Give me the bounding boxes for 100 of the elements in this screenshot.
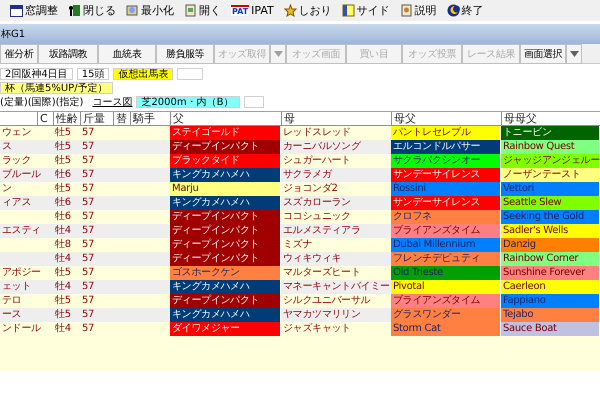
toolbar-button[interactable]: サイド — [356, 3, 390, 18]
sire-cell: ディープインパクト — [170, 224, 281, 238]
star-icon — [284, 4, 297, 17]
damsire-cell: グラスワンダー — [391, 308, 501, 322]
weight-cell-text: 57 — [81, 266, 96, 280]
sex-age-cell-text: 牡5 — [54, 126, 72, 140]
toolbar-button[interactable]: 窓調整 — [25, 3, 58, 18]
dam-damsire-cell: Caerleon — [501, 280, 600, 294]
weight-cell-text: 57 — [81, 238, 96, 252]
toolbar-button[interactable]: IPAT — [251, 4, 274, 17]
dam-damsire-cell: Sadler's Wells — [501, 224, 600, 238]
course-link[interactable]: コース図 — [92, 94, 132, 108]
damsire-cell: サクラバクシンオー — [391, 154, 501, 168]
weight-cell-text: 57 — [81, 196, 96, 210]
dam-cell-text: スズカローラン — [282, 196, 352, 210]
sex-age-cell-text: 牡5 — [54, 294, 72, 308]
damsire-cell: パントレセレブル — [391, 126, 501, 140]
sex-age-cell-text: 牡5 — [54, 182, 72, 196]
sire-cell: ディープインパクト — [170, 252, 281, 266]
sex-age-cell-text: 牡5 — [54, 308, 72, 322]
toolbar-button[interactable]: 閉じる — [83, 3, 116, 18]
horse-name: ン — [1, 182, 13, 196]
sex-age-cell-text: 牡6 — [54, 210, 72, 224]
dam-cell-text: サクラメガ — [282, 168, 334, 182]
course-field: 芝2000m・内（B） — [136, 96, 240, 108]
dam-cell-text: ヤマカツマリリン — [282, 308, 362, 322]
sire-cell: キングカメハメハ — [170, 308, 281, 322]
damsire-cell: サンデーサイレンス — [391, 168, 501, 182]
toolbar-button[interactable]: 画面選択 — [520, 44, 566, 64]
sire-cell: キングカメハメハ — [170, 280, 281, 294]
weight-cell-text: 57 — [81, 126, 96, 140]
dam-damsire-cell: Sunshine Forever — [501, 266, 600, 280]
weight-cell-text: 57 — [81, 210, 96, 224]
dam-damsire-cell: Tejabo — [501, 308, 600, 322]
toolbar-button[interactable]: 坂路調教 — [38, 44, 98, 64]
toolbar-button[interactable]: 開く — [199, 3, 221, 18]
weight-cell-text: 57 — [81, 168, 96, 182]
damsire-cell: サンデーサイレンス — [391, 196, 501, 210]
column-header: C — [37, 112, 53, 125]
toolbar-button[interactable]: 血統表 — [98, 44, 156, 64]
empty-field — [177, 68, 204, 80]
dam-cell-text: ジャズキャット — [282, 322, 352, 336]
sire-cell: ディープインパクト — [170, 294, 281, 308]
column-header: 性齢 — [53, 112, 80, 125]
damsire-cell: エルコンドルパサー — [391, 140, 501, 154]
toolbar-button[interactable]: 勝負服等 — [156, 44, 214, 64]
dam-cell-text: シュガーハート — [282, 154, 352, 168]
door-icon — [68, 4, 81, 17]
column-header: 替 — [113, 112, 130, 125]
caret-icon — [274, 51, 282, 57]
toolbar-button[interactable]: 終了 — [462, 3, 484, 18]
horse-name: ラック — [1, 154, 32, 168]
damsire-cell: ブライアンズタイム — [391, 224, 501, 238]
damsire-cell: Dubai Millennium — [391, 238, 501, 252]
mode-label: 仮想出馬表 — [113, 68, 174, 80]
column-header: 母母父 — [501, 112, 600, 125]
weight-cell-text: 57 — [81, 140, 96, 154]
dam-cell-text: エルメスティアラ — [282, 224, 362, 238]
sex-age-cell-text: 牡6 — [54, 196, 72, 210]
moon-icon — [446, 4, 460, 17]
dam-cell-text: マネーキャントバイミー — [282, 280, 391, 294]
sire-cell: ブラックタイド — [170, 154, 281, 168]
toolbar-button[interactable]: 催分析 — [0, 44, 38, 64]
damsire-cell: ブライアンズタイム — [391, 294, 501, 308]
sire-cell: ディープインパクト — [170, 238, 281, 252]
sex-age-cell-text: 牡4 — [54, 224, 72, 238]
toolbar-button[interactable]: 説明 — [414, 3, 437, 18]
race-name: 杯（馬連5%UP/予定） — [0, 82, 113, 94]
weight-cell-text: 57 — [81, 252, 96, 266]
sire-cell: Marju — [170, 182, 281, 196]
dam-cell-text: ミズナ — [282, 238, 314, 252]
sex-age-cell-text: 牡4 — [54, 280, 72, 294]
sire-cell: キングカメハメハ — [170, 196, 281, 210]
sex-age-cell-text: 牡5 — [54, 154, 72, 168]
window-icon — [10, 4, 23, 16]
dam-cell-text: ウィキウィキ — [282, 252, 342, 266]
document-icon — [126, 4, 139, 17]
ipat-logo: PAT — [231, 5, 250, 16]
weight-cell-text: 57 — [81, 280, 96, 294]
column-header: 父 — [170, 112, 281, 125]
sire-cell: ディープインパクト — [170, 210, 281, 224]
horse-name: ス — [1, 140, 13, 154]
document-icon — [400, 4, 413, 17]
window-title: 杯G1 — [1, 28, 26, 41]
weight-cell-text: 57 — [81, 224, 96, 238]
dropdown-button[interactable] — [566, 44, 582, 64]
empty-field — [244, 96, 264, 108]
horse-name: ウェン — [1, 126, 32, 140]
weight-cell-text: 57 — [81, 154, 96, 168]
sex-age-cell-text: 牡8 — [54, 238, 72, 252]
dam-cell-text: カーニバルソング — [282, 140, 362, 154]
dam-damsire-cell: Danzig — [501, 238, 600, 252]
damsire-cell: フレンチデピュティ — [391, 252, 501, 266]
sex-age-cell-text: 牡5 — [54, 140, 72, 154]
weight-cell-text: 57 — [81, 182, 96, 196]
toolbar-button[interactable]: しおり — [298, 3, 332, 18]
damsire-cell: Old Trieste — [391, 266, 501, 280]
toolbar-button[interactable]: 最小化 — [141, 3, 174, 18]
sire-cell: ディープインパクト — [170, 140, 281, 154]
horse-name: ェット — [1, 280, 32, 294]
